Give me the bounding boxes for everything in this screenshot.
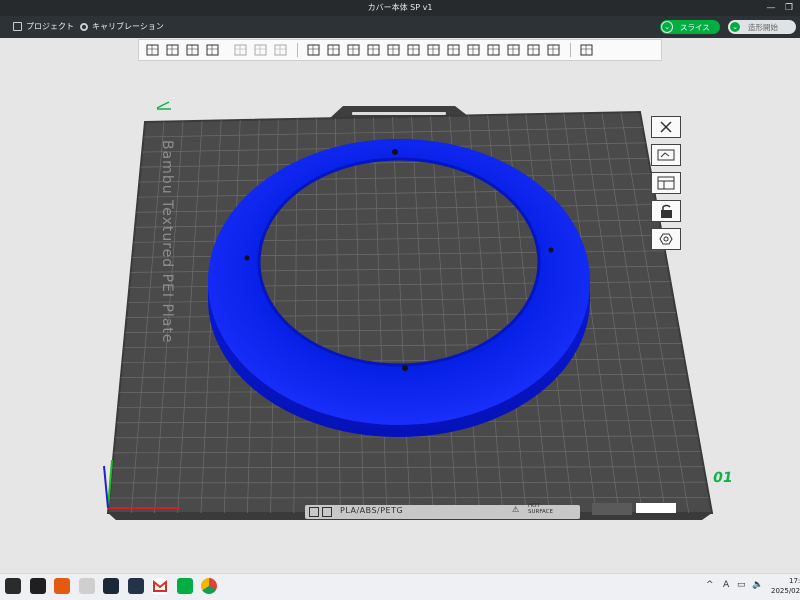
plate-material-label: PLA/ABS/PETG (340, 506, 404, 515)
toolbar (138, 39, 662, 61)
volume-icon[interactable]: 🔈 (752, 580, 763, 590)
warning-triangle-icon: ⚠ (512, 505, 520, 514)
clock-time[interactable]: 17: (789, 577, 800, 585)
tray-chevron-icon[interactable]: ^ (706, 580, 714, 590)
chevron-down-icon[interactable]: ⌄ (729, 21, 741, 33)
copy-icon[interactable] (231, 41, 251, 59)
cut-icon[interactable] (404, 41, 424, 59)
menu-bar: プロジェクト キャリブレーション ⌄ スライス ⌄ 造形開始 (0, 16, 800, 38)
alien-app-icon[interactable] (78, 578, 95, 594)
calibration-icon (80, 22, 88, 31)
color-paint-icon[interactable] (484, 41, 504, 59)
steam-alt-icon[interactable] (127, 578, 144, 594)
arrange-plate-icon[interactable] (651, 172, 681, 194)
mount-hole (244, 255, 250, 261)
orange-app-icon[interactable] (54, 578, 70, 594)
support-paint-icon[interactable] (424, 41, 444, 59)
mount-hole (402, 365, 408, 371)
plate-surface-line2: SURFACE (528, 509, 553, 515)
text-icon[interactable] (464, 41, 484, 59)
title-bar: カバー本体 SP v1 — ❐ (0, 0, 800, 16)
plate-handle-slot (352, 112, 446, 115)
gmail-icon[interactable] (152, 578, 168, 594)
display-icon[interactable]: ▭ (737, 580, 746, 590)
rotate-icon[interactable] (324, 41, 344, 59)
chevron-down-icon[interactable]: ⌄ (661, 21, 673, 33)
calibration-tab[interactable]: キャリブレーション (80, 21, 164, 32)
scale-icon[interactable] (344, 41, 364, 59)
plate-surface-label: HOT SURFACE (528, 503, 553, 515)
plate-white-tag (636, 503, 676, 513)
plate-icon-group (592, 503, 632, 515)
calibration-tab-label: キャリブレーション (92, 22, 164, 31)
toolbar-separator (297, 43, 298, 57)
layout-icon[interactable] (203, 41, 223, 59)
grid-add-icon[interactable] (163, 41, 183, 59)
project-icon (13, 22, 22, 31)
restore-button[interactable]: ❐ (782, 1, 796, 15)
lock-icon[interactable] (651, 200, 681, 222)
print-button[interactable]: ⌄ 造形開始 (728, 20, 796, 34)
ime-indicator[interactable]: A (723, 580, 729, 590)
print-button-label: 造形開始 (748, 22, 778, 32)
project-tab-label: プロジェクト (26, 22, 74, 31)
variable-layer-icon[interactable] (577, 41, 597, 59)
plate-type-label: Bambu Textured PEI Plate (159, 140, 175, 344)
arrange-icon[interactable] (183, 41, 203, 59)
green-app-icon[interactable] (176, 578, 193, 594)
window-title: カバー本体 SP v1 (367, 3, 433, 12)
steam-icon[interactable] (103, 578, 119, 594)
plate-arrange-icon (322, 507, 332, 517)
project-tab[interactable]: プロジェクト (13, 21, 74, 32)
plate-settings-icon[interactable] (651, 228, 681, 250)
toolbar-separator (570, 43, 571, 57)
edit-plate-name-icon[interactable] (155, 95, 173, 114)
move-icon[interactable] (304, 41, 324, 59)
minimize-button[interactable]: — (764, 1, 778, 15)
z-axis (103, 465, 109, 509)
assemble-icon[interactable] (524, 41, 544, 59)
slice-button[interactable]: ⌄ スライス (660, 20, 720, 34)
mount-hole (548, 247, 554, 253)
paste-icon[interactable] (251, 41, 271, 59)
seam-paint-icon[interactable] (444, 41, 464, 59)
view-close-icon[interactable] (651, 116, 681, 138)
list-icon[interactable] (271, 41, 291, 59)
clock-date[interactable]: 2025/02/ (771, 587, 800, 595)
auto-orient-icon[interactable] (651, 144, 681, 166)
boolean-icon[interactable] (544, 41, 564, 59)
file-explorer-icon[interactable] (29, 578, 46, 594)
mount-hole (392, 149, 398, 155)
lay-on-face-icon[interactable] (364, 41, 384, 59)
split-icon[interactable] (384, 41, 404, 59)
slice-button-label: スライス (680, 22, 710, 32)
taskbar (0, 573, 800, 600)
measure-icon[interactable] (504, 41, 524, 59)
add-object-icon[interactable] (143, 41, 163, 59)
plate-number: 01 (711, 470, 734, 486)
plate-layout-icon (309, 507, 319, 517)
bambu-studio-icon[interactable] (5, 578, 21, 594)
chrome-icon[interactable] (201, 578, 217, 594)
